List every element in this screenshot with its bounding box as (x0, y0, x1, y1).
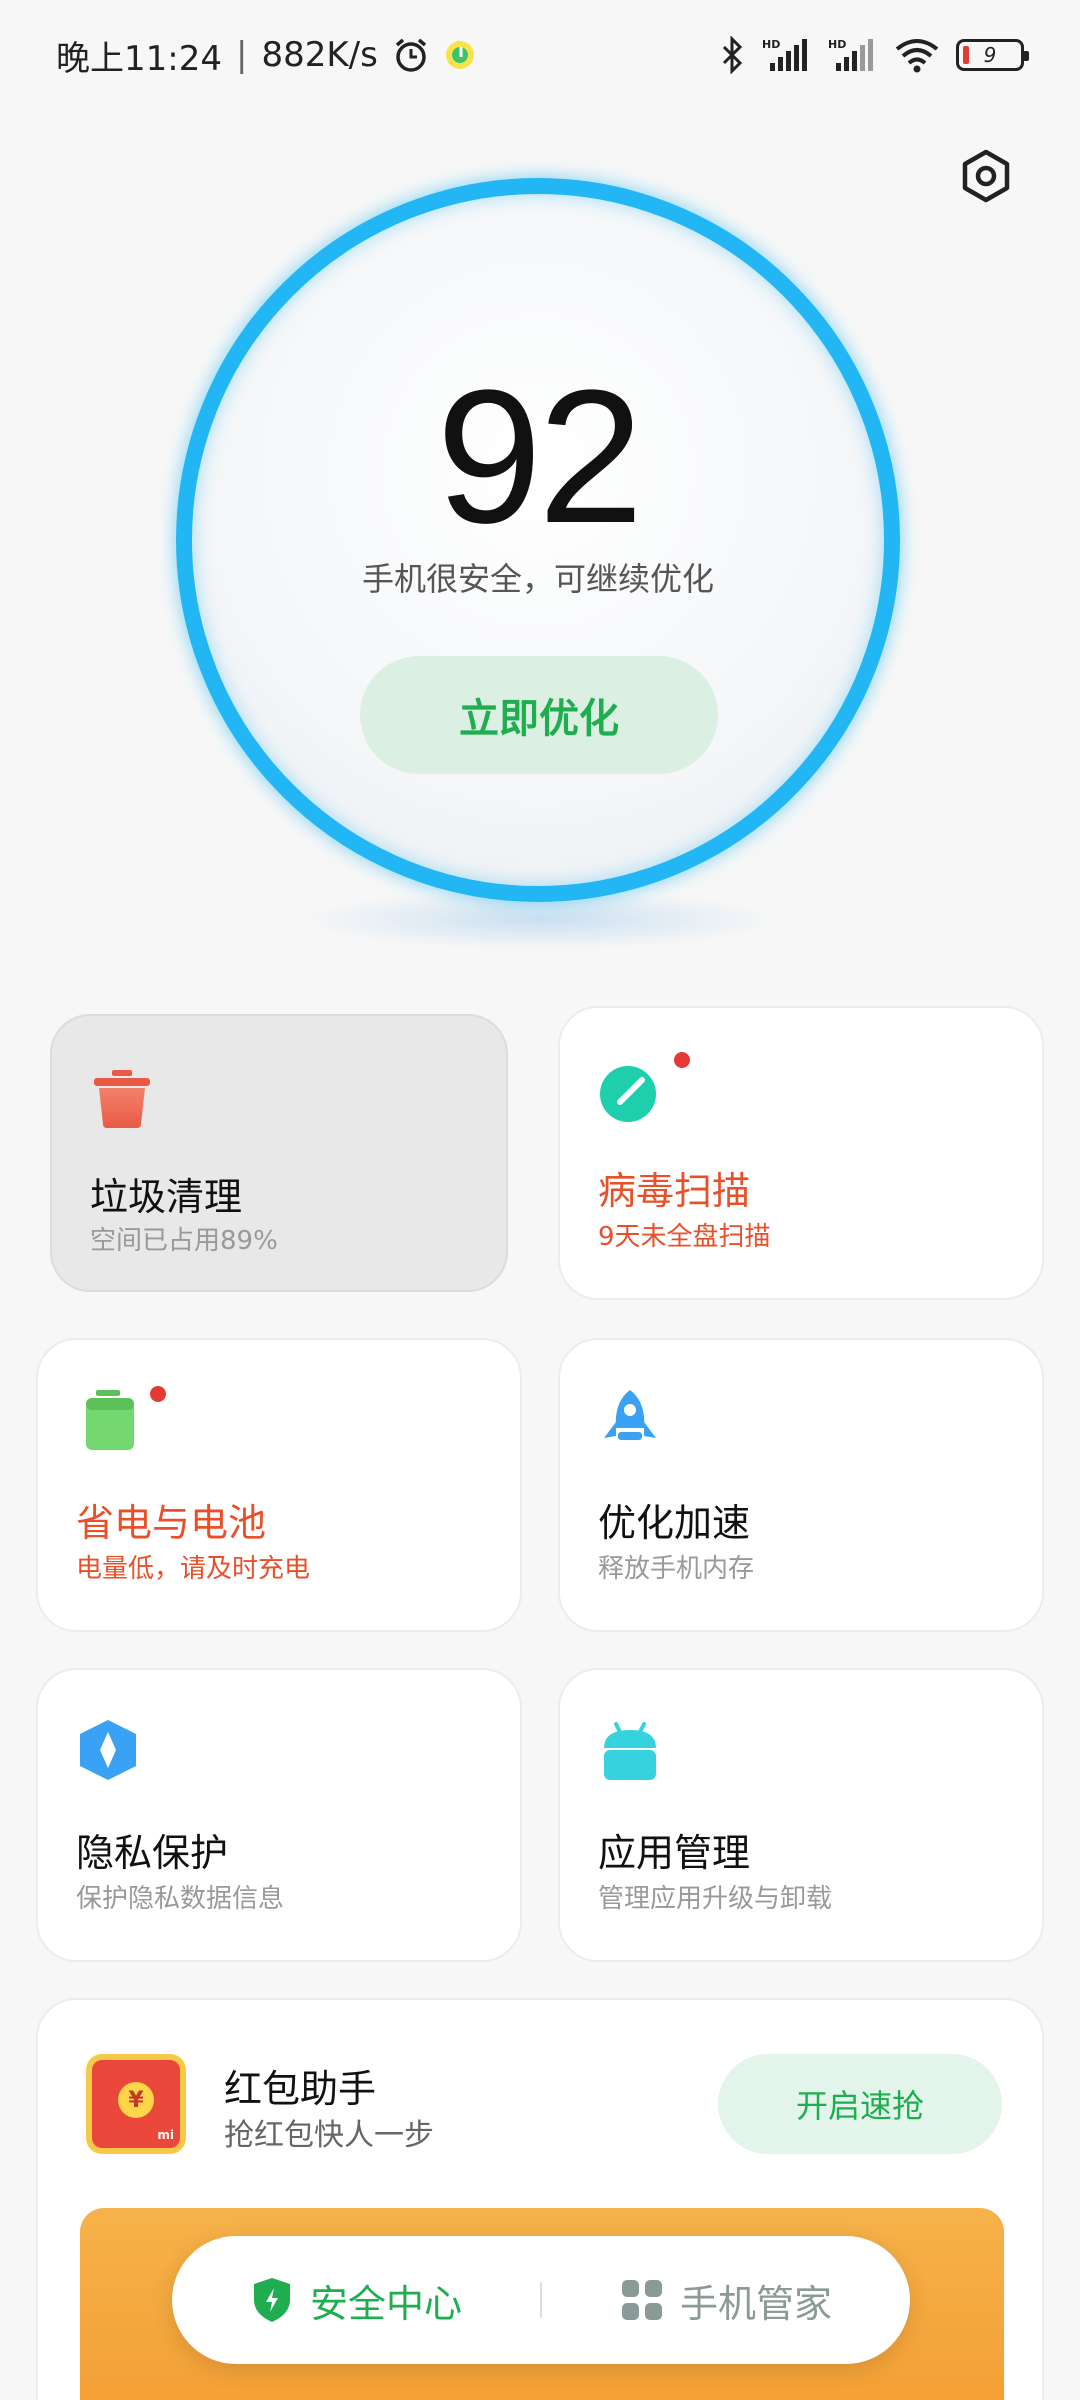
card-subtitle: 保护隐私数据信息 (76, 1884, 285, 1914)
optimize-now-button[interactable]: 立即优化 (360, 656, 718, 774)
card-privacy[interactable]: 隐私保护 保护隐私数据信息 (36, 1668, 522, 1962)
scan-icon (598, 1060, 662, 1124)
settings-button[interactable] (950, 140, 1022, 212)
card-battery[interactable]: 省电与电池 电量低，请及时充电 (36, 1338, 522, 1632)
music-app-icon (444, 39, 476, 71)
card-title: 隐私保护 (76, 1831, 229, 1875)
card-subtitle: 电量低，请及时充电 (76, 1554, 311, 1584)
battery-level-text: 9 (983, 43, 997, 67)
card-title: 垃圾清理 (90, 1175, 243, 1219)
alarm-icon (392, 36, 430, 74)
grid-icon (621, 2280, 662, 2320)
network-speed: 882K/s (261, 35, 378, 75)
score-message: 手机很安全，可继续优化 (361, 560, 714, 598)
red-packet-title: 红包助手 (224, 2067, 377, 2111)
bottom-tab-bar: 安全中心 手机管家 (172, 2236, 910, 2364)
score-circle: 92 手机很安全，可继续优化 立即优化 (176, 178, 900, 902)
status-right: HD HD 9 (720, 36, 1029, 74)
card-app-manage[interactable]: 应用管理 管理应用升级与卸载 (558, 1668, 1044, 1962)
status-separator: | (235, 35, 248, 75)
tab-security-center[interactable]: 安全中心 (172, 2273, 540, 2328)
status-bar: 晚上11:24 | 882K/s HD HD 9 (0, 0, 1080, 110)
battery-status-icon: 9 (956, 39, 1029, 71)
tab-phone-manager[interactable]: 手机管家 (542, 2273, 910, 2328)
notification-dot (674, 1052, 690, 1068)
wifi-icon (894, 37, 940, 73)
android-icon (598, 1718, 662, 1782)
tab-label: 安全中心 (309, 2281, 462, 2326)
notification-dot (150, 1386, 166, 1402)
red-packet-icon: ¥ mi (86, 2054, 186, 2154)
card-subtitle: 空间已占用89% (90, 1226, 278, 1256)
mi-logo: mi (157, 2128, 174, 2142)
status-left: 晚上11:24 | 882K/s (56, 31, 476, 80)
privacy-icon (76, 1718, 140, 1782)
card-subtitle: 管理应用升级与卸载 (598, 1884, 833, 1914)
rocket-icon (598, 1388, 662, 1452)
battery-icon (76, 1388, 140, 1452)
svg-text:HD: HD (828, 38, 846, 51)
card-title: 优化加速 (598, 1501, 751, 1545)
bluetooth-icon (720, 36, 746, 74)
tab-label: 手机管家 (679, 2281, 832, 2326)
yuan-coin-icon: ¥ (118, 2082, 154, 2118)
signal-hd-2-icon: HD (828, 37, 878, 73)
battery-level-fill (963, 46, 969, 64)
enable-fast-grab-button[interactable]: 开启速抢 (718, 2054, 1002, 2154)
card-speed-up[interactable]: 优化加速 释放手机内存 (558, 1338, 1044, 1632)
trash-icon (90, 1066, 154, 1130)
svg-text:HD: HD (762, 38, 780, 51)
card-junk-clean[interactable]: 垃圾清理 空间已占用89% (50, 1014, 508, 1292)
card-title: 应用管理 (598, 1831, 751, 1875)
clock: 晚上11:24 (56, 38, 222, 79)
security-score: 92 (436, 351, 643, 563)
card-subtitle: 9天未全盘扫描 (598, 1222, 771, 1252)
red-packet-subtitle: 抢红包快人一步 (224, 2118, 434, 2153)
card-virus-scan[interactable]: 病毒扫描 9天未全盘扫描 (558, 1006, 1044, 1300)
hex-settings-icon (962, 149, 1010, 203)
signal-hd-1-icon: HD (762, 37, 812, 73)
shield-icon (253, 2278, 290, 2322)
card-title: 病毒扫描 (598, 1169, 751, 1213)
card-subtitle: 释放手机内存 (598, 1554, 755, 1584)
card-title: 省电与电池 (76, 1501, 267, 1545)
